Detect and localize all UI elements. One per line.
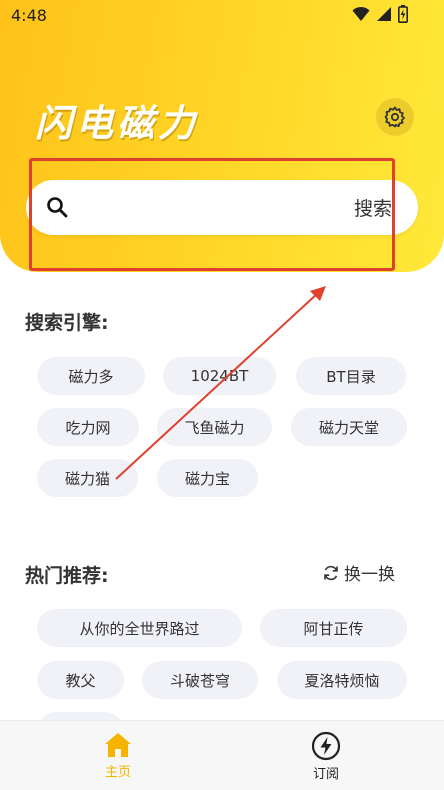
nav-item-subscribe[interactable]: 订阅 [296,731,356,782]
hot-chip[interactable]: 斗破苍穹 [142,661,258,699]
settings-button[interactable] [376,98,414,136]
annotation-highlight-box [29,158,395,271]
engine-chip[interactable]: 磁力天堂 [291,408,407,446]
lightning-icon [311,731,341,761]
wifi-icon [352,6,370,21]
hot-chip[interactable]: 夏洛特烦恼 [277,661,407,699]
engine-chip[interactable]: 磁力宝 [157,459,258,497]
status-time: 4:48 [11,6,47,25]
status-bar: 4:48 [0,0,444,32]
hot-section-title: 热门推荐: [25,565,109,587]
engine-chip[interactable]: BT目录 [296,357,406,395]
engine-chip[interactable]: 飞鱼磁力 [157,408,272,446]
nav-label-home: 主页 [104,765,131,780]
engines-section-title: 搜索引擎: [25,312,109,334]
battery-icon [398,5,408,23]
refresh-label: 换一换 [344,565,395,585]
nav-label-subscribe: 订阅 [312,767,339,782]
gear-icon [384,106,405,128]
engine-chip[interactable]: 磁力多 [37,357,145,395]
hot-chip[interactable]: 从你的全世界路过 [37,609,242,647]
refresh-button[interactable]: 换一换 [322,560,395,585]
hot-chip[interactable]: 教父 [37,661,124,699]
home-icon [105,733,131,757]
engine-chip[interactable]: 吃力网 [37,408,139,446]
engine-chip[interactable]: 磁力猫 [37,459,138,497]
bottom-nav: 主页 订阅 [0,720,444,790]
refresh-icon [324,565,338,580]
hot-chip[interactable]: 阿甘正传 [260,609,407,647]
nav-item-home[interactable]: 主页 [88,731,148,780]
signal-icon [377,7,391,21]
app-title: 闪电磁力 [35,102,199,145]
engine-chip[interactable]: 1024BT [163,357,276,395]
